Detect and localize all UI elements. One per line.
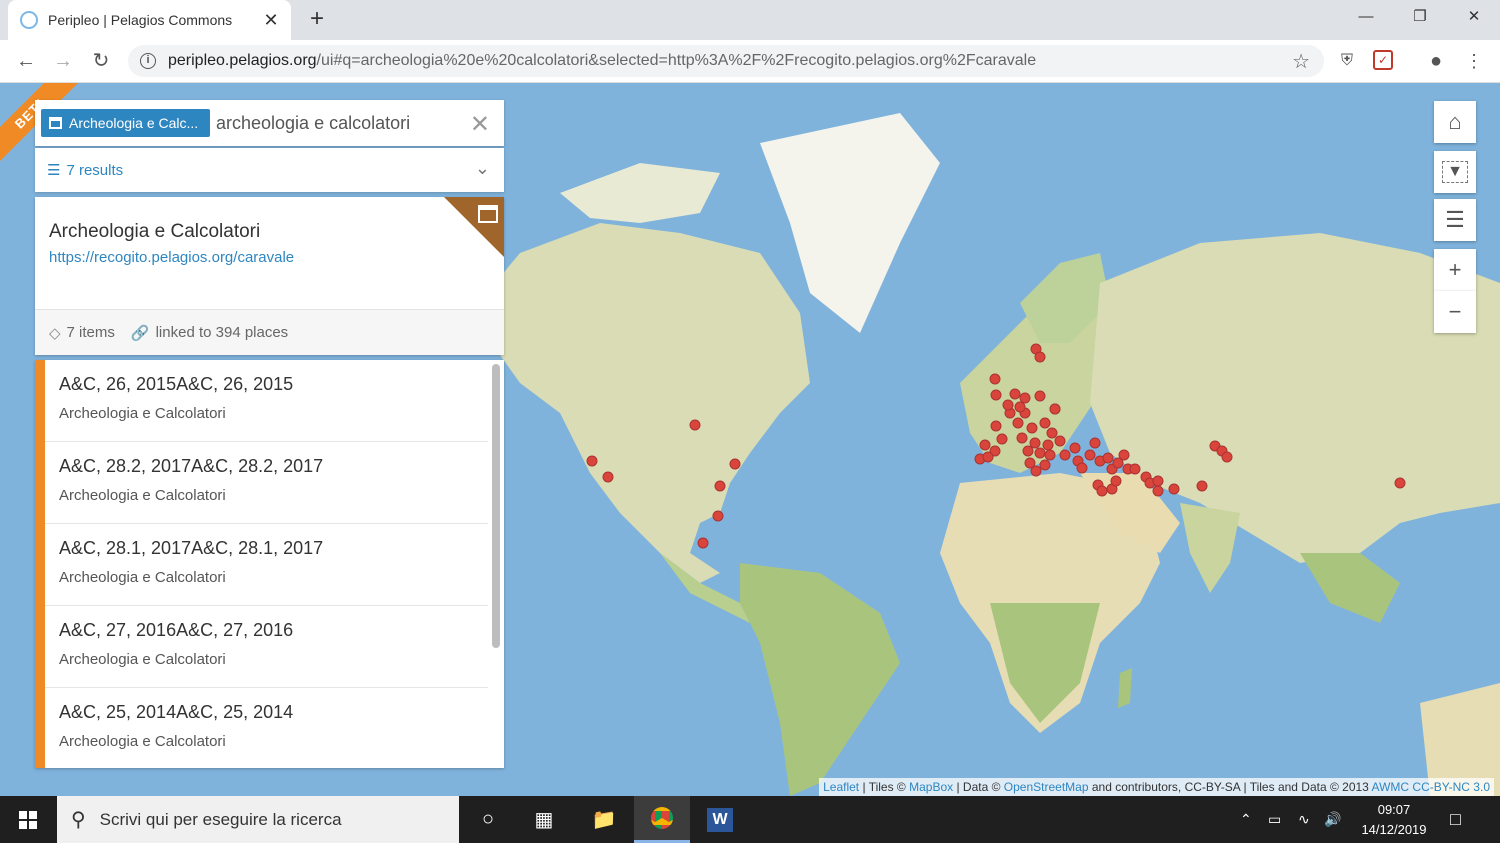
item-title: A&C, 28.2, 2017A&C, 28.2, 2017 [59, 456, 324, 476]
forward-icon[interactable]: → [50, 48, 76, 74]
list-icon: ☰ [47, 162, 61, 179]
item-subtitle: Archeologia e Calcolatori [59, 733, 226, 750]
browser-tab[interactable]: Peripleo | Pelagios Commons ✕ [8, 0, 291, 40]
tab-title: Peripleo | Pelagios Commons [48, 12, 233, 28]
link-icon: 🔗 [130, 324, 150, 342]
selected-dataset-card: Archeologia e Calcolatori https://recogi… [35, 197, 504, 355]
results-count: 7 results [66, 161, 124, 179]
item-subtitle: Archeologia e Calcolatori [59, 569, 226, 586]
home-button[interactable]: ⌂ [1434, 101, 1476, 143]
show-hidden-icons[interactable]: ⌃ [1240, 796, 1252, 843]
restore-icon[interactable]: ❐ [1394, 0, 1446, 34]
task-view-icon[interactable]: ▦ [516, 796, 572, 843]
results-list[interactable]: A&C, 26, 2015A&C, 26, 2015 Archeologia e… [35, 360, 504, 768]
dataset-filter-tag-label: Archeologia e Calc... [69, 115, 199, 131]
leaflet-link[interactable]: Leaflet [823, 780, 859, 794]
wifi-icon[interactable]: ∿ [1298, 796, 1310, 843]
awmc-link[interactable]: AWMC CC-BY-NC 3.0 [1372, 780, 1490, 794]
minimize-icon[interactable]: — [1340, 0, 1392, 34]
system-clock[interactable]: 09:07 14/12/2019 [1354, 800, 1434, 840]
dataset-url-link[interactable]: https://recogito.pelagios.org/caravale [49, 249, 294, 266]
dataset-title: Archeologia e Calcolatori [49, 221, 261, 242]
mapbox-link[interactable]: MapBox [909, 780, 953, 794]
volume-icon[interactable]: 🔊 [1324, 796, 1341, 843]
profile-avatar-icon[interactable]: ● [1425, 50, 1447, 72]
url-bar[interactable]: i peripleo.pelagios.org/ui#q=archeologia… [128, 45, 1324, 77]
taskbar-search-placeholder: Scrivi qui per eseguire la ricerca [99, 809, 342, 829]
zoom-in-button[interactable]: + [1434, 249, 1476, 291]
dataset-stats: ◇ 7 items 🔗 linked to 394 places [35, 309, 504, 355]
back-icon[interactable]: ← [13, 48, 39, 74]
url-path: /ui#q=archeologia%20e%20calcolatori&sele… [316, 52, 1037, 69]
window-close-icon[interactable]: ✕ [1448, 0, 1500, 34]
attribution-tiles-text: | Tiles © [859, 780, 910, 794]
windows-logo-icon [19, 810, 37, 829]
word-icon[interactable]: W [692, 796, 748, 843]
item-title: A&C, 27, 2016A&C, 27, 2016 [59, 620, 294, 640]
attribution-data-text: | Data © [953, 780, 1004, 794]
map-attribution: Leaflet | Tiles © MapBox | Data © OpenSt… [819, 778, 1494, 796]
windows-taskbar: ⚲ Scrivi qui per eseguire la ricerca ○ ▦… [0, 796, 1500, 843]
items-icon: ◇ [49, 324, 61, 342]
item-subtitle: Archeologia e Calcolatori [59, 651, 226, 668]
clear-search-icon[interactable]: ✕ [470, 110, 490, 139]
item-title: A&C, 25, 2014A&C, 25, 2014 [59, 702, 294, 722]
bookmark-star-icon[interactable]: ☆ [1292, 49, 1310, 74]
battery-icon[interactable]: ▭ [1268, 796, 1281, 843]
places-count[interactable]: linked to 394 places [156, 324, 289, 341]
home-icon: ⌂ [1448, 109, 1462, 134]
cortana-icon[interactable]: ○ [460, 796, 516, 843]
item-title: A&C, 28.1, 2017A&C, 28.1, 2017 [59, 538, 324, 558]
openstreetmap-link[interactable]: OpenStreetMap [1004, 780, 1089, 794]
shield-extension-icon[interactable]: ⛨ [1336, 50, 1358, 72]
filter-button[interactable]: ▼ [1434, 151, 1476, 193]
address-toolbar: ← → ↻ i peripleo.pelagios.org/ui#q=arche… [0, 40, 1500, 83]
taskbar-search-box[interactable]: ⚲ Scrivi qui per eseguire la ricerca [57, 796, 459, 843]
world-map[interactable]: BETA Archeologia e Calc... ✕ ☰ 7 results… [0, 83, 1500, 796]
pocket-extension-icon[interactable]: ✓ [1373, 50, 1393, 70]
results-toggle[interactable]: ☰ 7 results ⌄ [35, 148, 504, 192]
tab-close-icon[interactable]: ✕ [263, 10, 279, 31]
search-icon: ⚲ [71, 809, 86, 831]
notifications-icon[interactable]: □ [1450, 796, 1461, 843]
reload-icon[interactable]: ↻ [88, 48, 114, 74]
search-box[interactable]: Archeologia e Calc... ✕ [35, 100, 504, 146]
list-item[interactable]: A&C, 28.2, 2017A&C, 28.2, 2017 Archeolog… [45, 442, 488, 524]
menu-icon: ☰ [1445, 207, 1465, 232]
clock-date: 14/12/2019 [1361, 822, 1427, 837]
archive-icon [49, 117, 62, 129]
site-info-icon[interactable]: i [140, 53, 156, 69]
item-title: A&C, 26, 2015A&C, 26, 2015 [59, 374, 294, 394]
item-subtitle: Archeologia e Calcolatori [59, 487, 226, 504]
zoom-out-button[interactable]: − [1434, 291, 1476, 333]
chrome-icon[interactable] [634, 796, 690, 843]
search-panel: Archeologia e Calc... ✕ ☰ 7 results ⌄ Ar… [35, 100, 504, 355]
archive-icon [478, 205, 498, 223]
list-item[interactable]: A&C, 25, 2014A&C, 25, 2014 Archeologia e… [45, 688, 488, 768]
peripleo-favicon-icon [20, 11, 38, 29]
search-input[interactable] [216, 112, 456, 134]
filter-icon: ▼ [1442, 161, 1468, 183]
list-item[interactable]: A&C, 27, 2016A&C, 27, 2016 Archeologia e… [45, 606, 488, 688]
start-button[interactable] [0, 796, 56, 843]
new-tab-button[interactable]: + [304, 6, 330, 32]
list-scrollbar[interactable] [492, 364, 500, 648]
list-accent-bar [35, 360, 45, 768]
item-subtitle: Archeologia e Calcolatori [59, 405, 226, 422]
dataset-filter-tag[interactable]: Archeologia e Calc... [41, 109, 210, 137]
list-item[interactable]: A&C, 28.1, 2017A&C, 28.1, 2017 Archeolog… [45, 524, 488, 606]
clock-time: 09:07 [1377, 802, 1411, 817]
layers-button[interactable]: ☰ [1434, 199, 1476, 241]
attribution-middle-text: and contributors, CC-BY-SA | Tiles and D… [1088, 780, 1372, 794]
chevron-down-icon[interactable]: ⌄ [475, 158, 490, 179]
items-count[interactable]: 7 items [67, 324, 115, 341]
browser-tab-bar: Peripleo | Pelagios Commons ✕ + — ❐ ✕ [0, 0, 1500, 40]
url-host: peripleo.pelagios.org [168, 52, 317, 69]
list-item[interactable]: A&C, 26, 2015A&C, 26, 2015 Archeologia e… [45, 360, 488, 442]
browser-menu-icon[interactable]: ⋮ [1463, 50, 1485, 72]
file-explorer-icon[interactable]: 📁 [576, 796, 632, 843]
